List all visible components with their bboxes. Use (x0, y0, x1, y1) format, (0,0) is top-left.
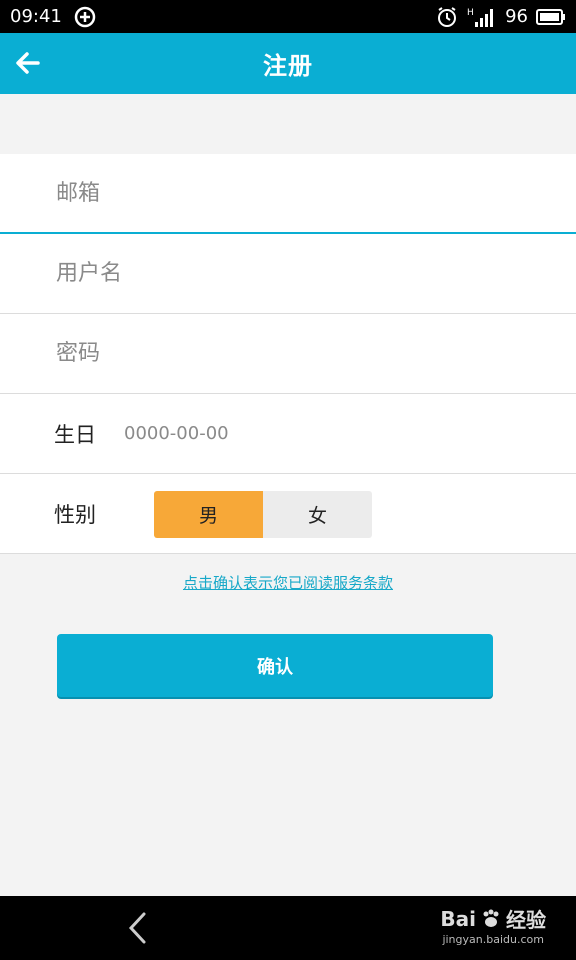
alarm-icon (435, 5, 459, 29)
username-field[interactable] (54, 260, 514, 287)
gender-male-option[interactable]: 男 (154, 491, 263, 538)
network-type: H (467, 8, 474, 18)
username-row (0, 234, 576, 314)
registration-form: 生日 0000-00-00 性别 男 女 (0, 154, 576, 554)
gender-female-option[interactable]: 女 (263, 491, 372, 538)
gender-label: 性别 (54, 502, 96, 527)
battery-icon (536, 8, 566, 25)
watermark-url: jingyan.baidu.com (442, 933, 544, 946)
password-field[interactable] (54, 340, 514, 367)
sync-icon (74, 6, 96, 28)
navigation-bar: Bai 经验 jingyan.baidu.com (0, 896, 576, 960)
terms-link[interactable]: 点击确认表示您已阅读服务条款 (0, 572, 576, 593)
birthday-row[interactable]: 生日 0000-00-00 (0, 394, 576, 474)
email-row (0, 154, 576, 234)
status-time: 09:41 (10, 6, 62, 27)
watermark-brand-suffix: 经验 (506, 908, 546, 932)
watermark-brand: Bai (440, 906, 476, 931)
nav-back-button[interactable] (118, 908, 158, 948)
app-bar: 注册 (0, 33, 576, 94)
email-field[interactable] (54, 179, 514, 207)
chevron-left-icon (128, 912, 146, 944)
birthday-label: 生日 (54, 422, 96, 447)
battery-level: 96 (505, 6, 528, 27)
confirm-button[interactable]: 确认 (57, 634, 493, 697)
paw-icon (483, 909, 499, 927)
birthday-value[interactable]: 0000-00-00 (124, 423, 229, 444)
gender-toggle: 男 女 (154, 491, 372, 538)
gender-row: 性别 男 女 (0, 474, 576, 554)
signal-icon: H (467, 6, 497, 28)
status-bar: 09:41 H 96 (0, 0, 576, 33)
password-row (0, 314, 576, 394)
page-title: 注册 (263, 52, 313, 80)
baidu-watermark: Bai 经验 jingyan.baidu.com (440, 904, 546, 947)
